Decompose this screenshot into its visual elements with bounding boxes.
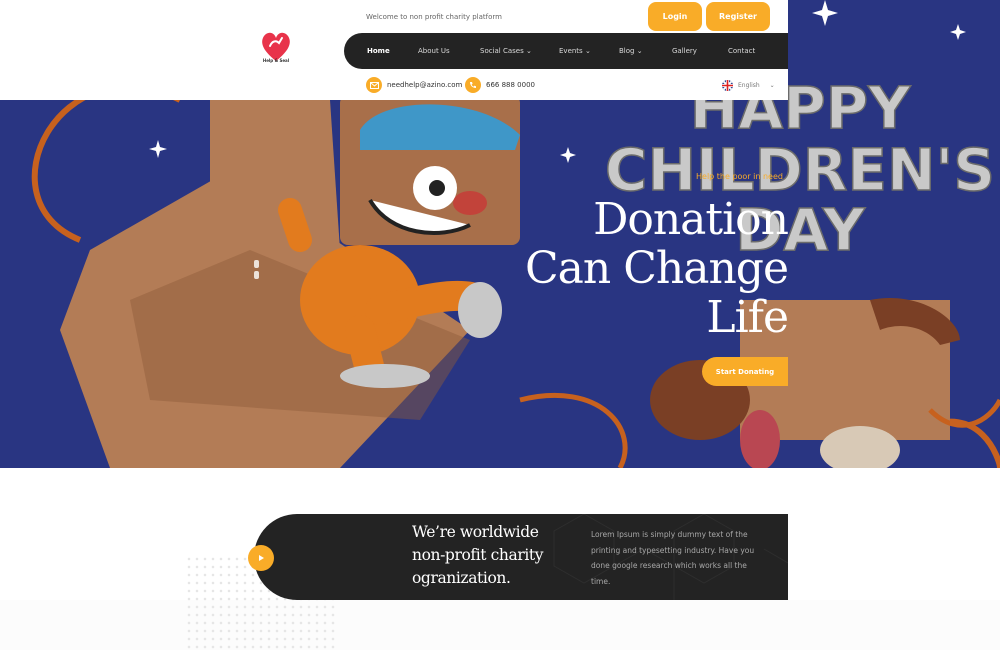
slider-indicator[interactable]: [254, 260, 259, 282]
login-button[interactable]: Login: [648, 2, 702, 31]
site-header: Help & Seal Welcome to non profit charit…: [0, 0, 788, 100]
hero-title: Donation Can Change Life: [524, 194, 789, 343]
nav-item-events[interactable]: Events ⌄: [559, 33, 591, 69]
about-heading-line: ogranization.: [412, 569, 511, 587]
start-donating-button[interactable]: Start Donating: [702, 357, 788, 386]
nav-label: Blog: [619, 47, 635, 55]
main-nav: Home About Us Social Cases ⌄ Events ⌄ Bl…: [344, 33, 788, 69]
welcome-text: Welcome to non profit charity platform: [366, 13, 502, 21]
nav-item-home[interactable]: Home: [367, 33, 390, 69]
phone-text: 666 888 0000: [486, 81, 535, 89]
nav-item-social-cases[interactable]: Social Cases ⌄: [480, 33, 532, 69]
about-heading: We’re worldwide non-profit charity ogran…: [412, 521, 544, 590]
register-button[interactable]: Register: [706, 2, 770, 31]
about-heading-line: We’re worldwide: [412, 523, 539, 541]
nav-item-about-us[interactable]: About Us: [418, 33, 450, 69]
nav-label: Events: [559, 47, 583, 55]
email-text: needhelp@azino.com: [387, 81, 463, 89]
hero-title-line: Can Change: [524, 243, 789, 294]
hero-title-line: Donation: [593, 194, 789, 245]
play-icon: [259, 555, 264, 561]
about-description: Lorem Ipsum is simply dummy text of the …: [591, 530, 755, 586]
nav-item-contact[interactable]: Contact: [728, 33, 755, 69]
slider-dot[interactable]: [254, 260, 259, 268]
play-video-button[interactable]: [248, 545, 274, 571]
slider-dot[interactable]: [254, 271, 259, 279]
language-selector[interactable]: English ⌄: [722, 77, 775, 93]
email-contact[interactable]: needhelp@azino.com: [366, 77, 462, 93]
hero-tagline: Help the poor in need: [696, 172, 783, 181]
phone-icon: [465, 77, 481, 93]
nav-label: Social Cases: [480, 47, 524, 55]
nav-item-gallery[interactable]: Gallery: [672, 33, 697, 69]
envelope-icon: [366, 77, 382, 93]
phone-contact[interactable]: 666 888 0000: [465, 77, 535, 93]
language-label: English: [738, 81, 760, 89]
chevron-down-icon: ⌄: [769, 81, 775, 89]
uk-flag-icon: [722, 79, 733, 91]
section-background: [0, 600, 1000, 650]
chevron-down-icon: ⌄: [636, 47, 643, 55]
logo-text: Help & Seal: [262, 58, 290, 63]
hero-title-line: Life: [706, 292, 789, 343]
nav-item-blog[interactable]: Blog ⌄: [619, 33, 643, 69]
about-heading-line: non-profit charity: [412, 546, 544, 564]
chevron-down-icon: ⌄: [584, 47, 591, 55]
chevron-down-icon: ⌄: [526, 47, 532, 55]
